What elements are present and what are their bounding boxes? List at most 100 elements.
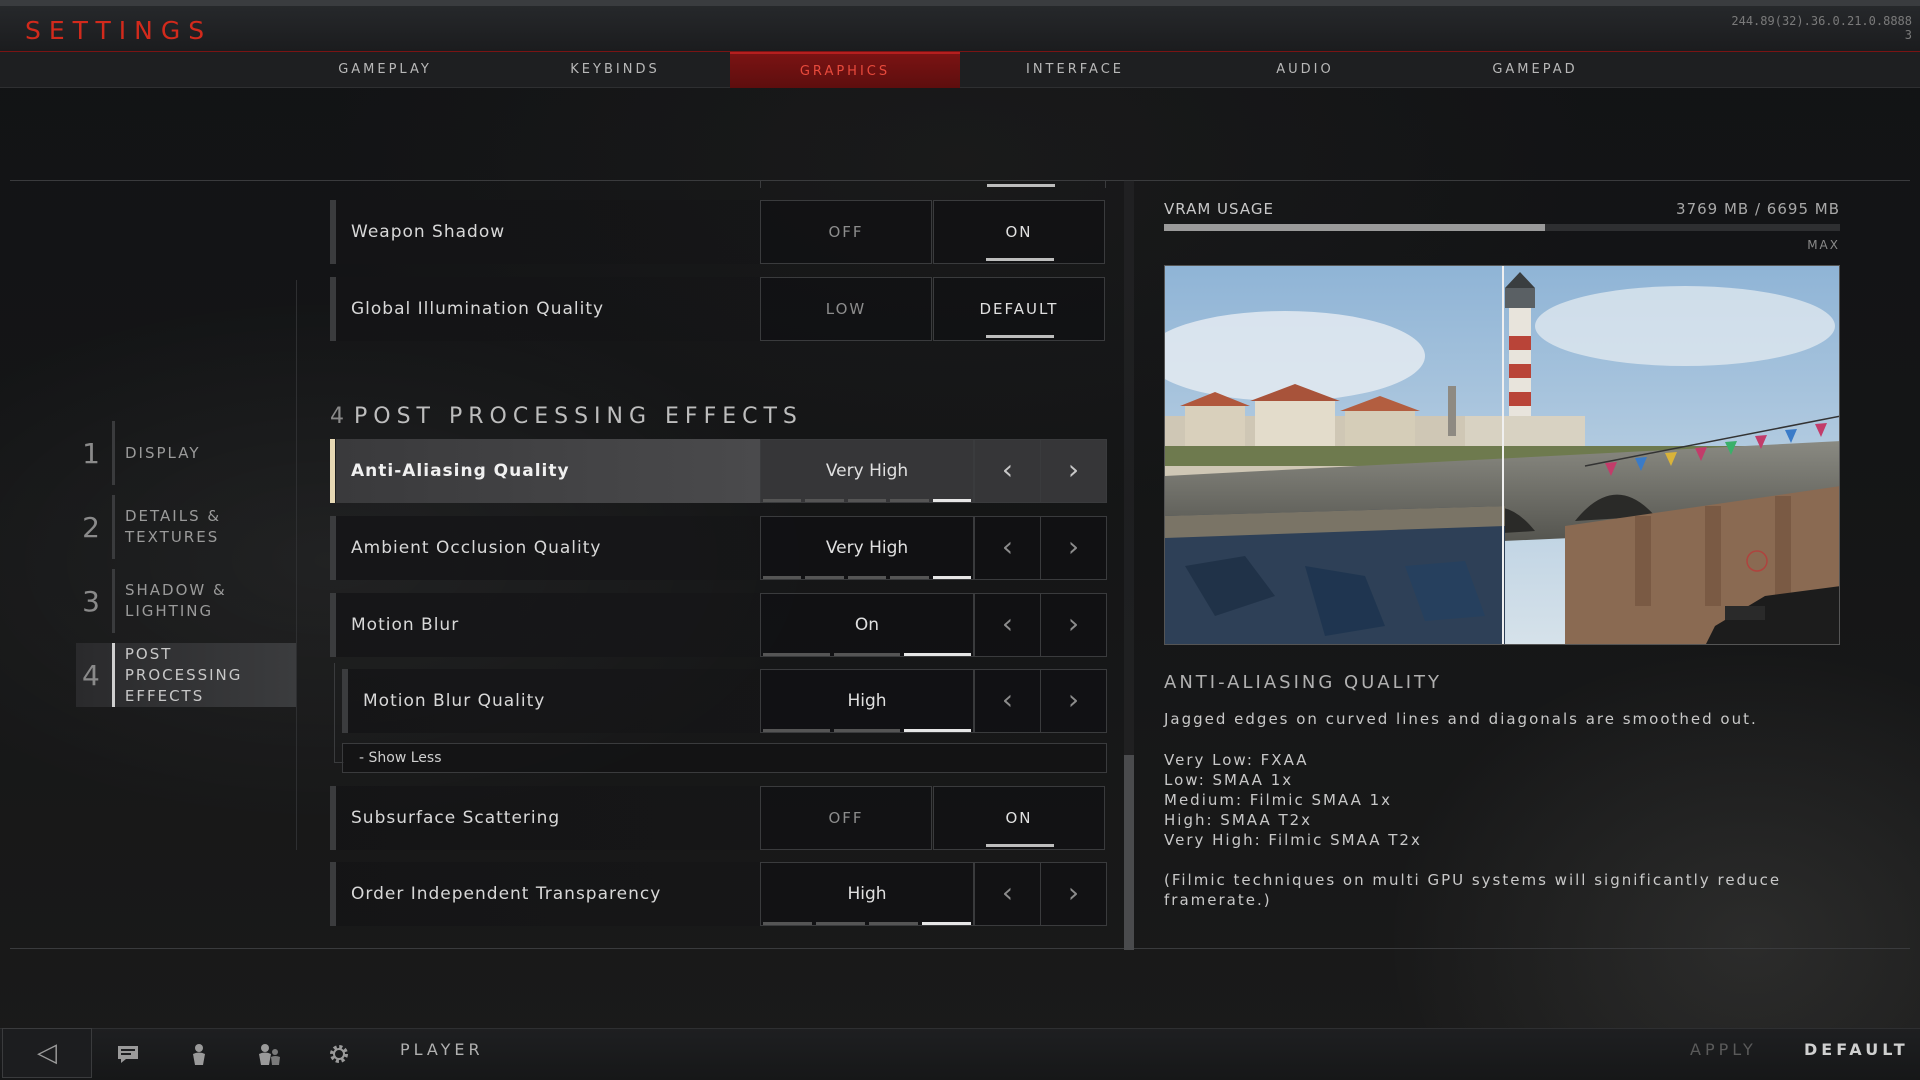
- tab-gameplay[interactable]: GAMEPLAY: [270, 52, 500, 88]
- build-version: 244.89(32).36.0.21.0.8888 3: [1731, 14, 1912, 42]
- chevron-right-icon[interactable]: ›: [1040, 593, 1107, 657]
- chevron-left-icon[interactable]: ‹: [974, 516, 1041, 580]
- setting-motion-blur[interactable]: Motion Blur On ‹ ›: [330, 593, 1107, 657]
- setting-order-independent-transparency[interactable]: Order Independent Transparency High ‹ ›: [330, 862, 1107, 926]
- level-indicator: [761, 576, 973, 579]
- level-segment: [847, 576, 887, 579]
- chevron-left-icon[interactable]: ‹: [974, 669, 1041, 733]
- vram-usage-fill: [1164, 224, 1545, 231]
- chevron-right-icon[interactable]: ›: [1040, 669, 1107, 733]
- level-segment: [763, 576, 802, 579]
- level-segment: [763, 499, 802, 502]
- setting-label: Weapon Shadow: [351, 222, 506, 242]
- row-edge: [330, 439, 335, 503]
- nav-label: DETAILS & TEXTURES: [125, 507, 222, 546]
- default-button[interactable]: DEFAULT: [1804, 1040, 1909, 1059]
- selector-value: High: [847, 884, 887, 904]
- nav-item-post-processing[interactable]: 4 POST PROCESSING EFFECTS: [76, 643, 296, 707]
- tab-keybinds[interactable]: KEYBINDS: [500, 52, 730, 88]
- level-segment: [805, 576, 844, 579]
- nav-item-shadow-lighting[interactable]: 3 SHADOW & LIGHTING: [76, 569, 296, 633]
- bottom-bar: [0, 1028, 1920, 1080]
- show-less-button[interactable]: - Show Less: [342, 743, 1107, 773]
- motion-blur-quality-value: High: [760, 669, 974, 733]
- nav-indicator: [112, 569, 115, 633]
- level-segment: [816, 922, 865, 925]
- setting-label: Motion Blur Quality: [363, 691, 546, 711]
- tab-interface[interactable]: INTERFACE: [960, 52, 1190, 88]
- weapon-shadow-off-button[interactable]: OFF: [760, 200, 932, 264]
- nav-label: POST PROCESSING EFFECTS: [124, 644, 243, 705]
- setting-label: Anti-Aliasing Quality: [351, 461, 570, 481]
- page-title: SETTINGS: [25, 16, 213, 45]
- selector-value: Very High: [825, 538, 909, 558]
- setting-weapon-shadow[interactable]: Weapon Shadow OFF ON: [330, 200, 1107, 264]
- ao-quality-value: Very High: [760, 516, 974, 580]
- nav-indicator: [112, 495, 115, 559]
- setting-label: Subsurface Scattering: [351, 808, 561, 828]
- gi-low-button[interactable]: LOW: [760, 277, 932, 341]
- gi-default-button[interactable]: DEFAULT: [933, 277, 1105, 341]
- settings-tabs: GAMEPLAY KEYBINDS GRAPHICS INTERFACE AUD…: [0, 52, 1920, 88]
- nav-indicator: [111, 643, 115, 707]
- player-label[interactable]: PLAYER: [400, 1040, 484, 1059]
- player-icon[interactable]: [181, 1036, 217, 1072]
- info-option: Very Low: FXAA: [1164, 751, 1309, 769]
- info-option: Medium: Filmic SMAA 1x: [1164, 791, 1393, 809]
- preview-scene: [1165, 266, 1839, 644]
- build-line-1: 244.89(32).36.0.21.0.8888: [1731, 14, 1912, 28]
- setting-label: Motion Blur: [351, 615, 460, 635]
- level-segment: [932, 499, 972, 502]
- gear-icon[interactable]: [321, 1036, 357, 1072]
- nav-number: 2: [82, 510, 100, 544]
- weapon-shadow-on-button[interactable]: ON: [933, 200, 1105, 264]
- level-segment: [763, 922, 812, 925]
- level-indicator: [761, 729, 973, 732]
- vram-value: 3769 MB / 6695 MB: [1676, 200, 1840, 218]
- sub-setting-connector: [334, 663, 335, 763]
- nav-divider: [296, 280, 297, 850]
- level-segment: [922, 922, 971, 925]
- nav-number: 4: [82, 658, 100, 692]
- chevron-left-icon[interactable]: ‹: [974, 439, 1041, 503]
- vram-max-label: MAX: [1807, 238, 1840, 252]
- setting-motion-blur-quality[interactable]: Motion Blur Quality High ‹ ›: [342, 669, 1107, 733]
- vram-usage-bar: [1164, 224, 1840, 231]
- chevron-left-icon[interactable]: ‹: [974, 862, 1041, 926]
- tab-graphics[interactable]: GRAPHICS: [730, 52, 960, 88]
- level-segment: [904, 653, 972, 656]
- chat-icon[interactable]: [110, 1036, 146, 1072]
- nav-item-display[interactable]: 1 DISPLAY: [76, 421, 296, 485]
- subsurface-on-button[interactable]: ON: [933, 786, 1105, 850]
- nav-item-details-textures[interactable]: 2 DETAILS & TEXTURES: [76, 495, 296, 559]
- party-icon[interactable]: [251, 1036, 287, 1072]
- info-option: Very High: Filmic SMAA T2x: [1164, 831, 1422, 849]
- previous-row-edge: [760, 180, 1106, 188]
- setting-global-illumination-quality[interactable]: Global Illumination Quality LOW DEFAULT: [330, 277, 1107, 341]
- level-segment: [833, 653, 901, 656]
- scrollbar-thumb[interactable]: [1124, 755, 1134, 950]
- selector-value: Very High: [825, 461, 909, 481]
- info-note: (Filmic techniques on multi GPU systems …: [1164, 871, 1782, 909]
- tab-gamepad[interactable]: GAMEPAD: [1420, 52, 1650, 88]
- chevron-right-icon[interactable]: ›: [1040, 439, 1107, 503]
- level-segment: [890, 576, 929, 579]
- bottom-divider: [10, 948, 1910, 949]
- chevron-right-icon[interactable]: ›: [1040, 862, 1107, 926]
- top-bar: [0, 0, 1920, 52]
- level-segment: [890, 499, 929, 502]
- level-segment: [833, 729, 901, 732]
- aa-quality-value: Very High: [760, 439, 974, 503]
- setting-subsurface-scattering[interactable]: Subsurface Scattering OFF ON: [330, 786, 1107, 850]
- setting-ambient-occlusion-quality[interactable]: Ambient Occlusion Quality Very High ‹ ›: [330, 516, 1107, 580]
- chevron-left-icon[interactable]: ‹: [974, 593, 1041, 657]
- chevron-right-icon[interactable]: ›: [1040, 516, 1107, 580]
- tab-audio[interactable]: AUDIO: [1190, 52, 1420, 88]
- level-indicator: [761, 499, 973, 502]
- level-segment: [805, 499, 844, 502]
- subsurface-off-button[interactable]: OFF: [760, 786, 932, 850]
- setting-anti-aliasing-quality[interactable]: Anti-Aliasing Quality Very High ‹ ›: [330, 439, 1107, 503]
- apply-button[interactable]: APPLY: [1690, 1040, 1757, 1059]
- back-arrow-icon[interactable]: ◁: [2, 1028, 92, 1078]
- setting-label: Global Illumination Quality: [351, 299, 605, 319]
